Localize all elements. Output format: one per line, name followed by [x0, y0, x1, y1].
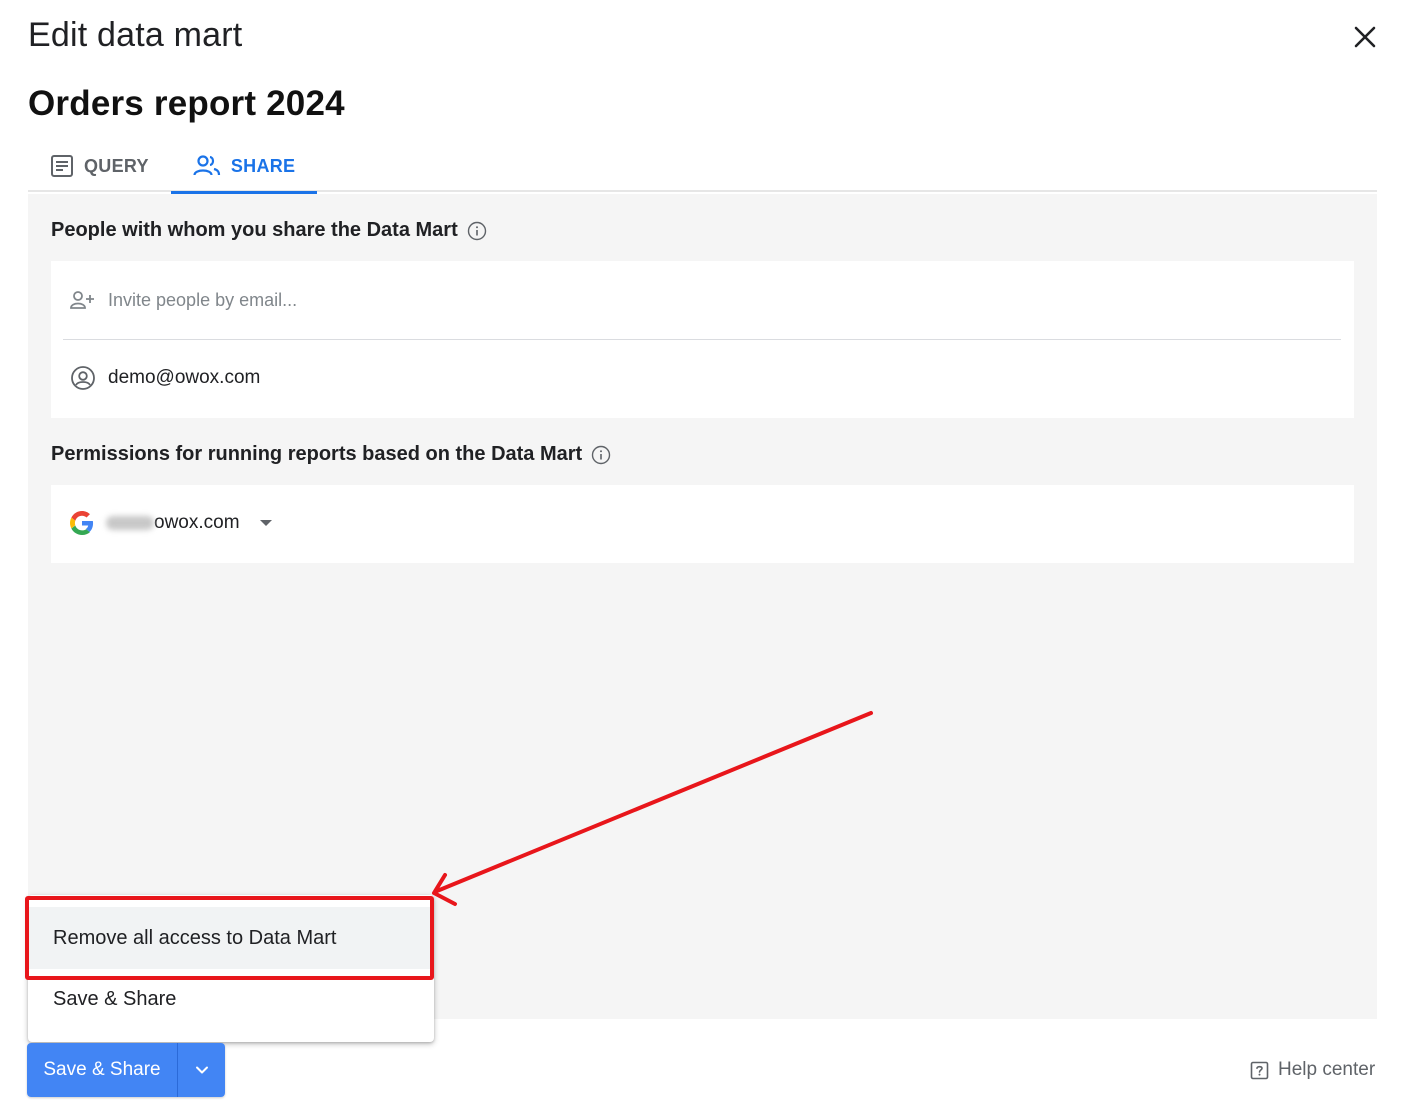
permissions-section-label: Permissions for running reports based on… — [51, 443, 611, 466]
info-icon[interactable] — [591, 445, 611, 465]
permissions-box: owox.com — [51, 485, 1354, 563]
people-box: demo@owox.com — [51, 261, 1354, 418]
menu-item-remove-access[interactable]: Remove all access to Data Mart — [28, 907, 434, 969]
menu-item-save-share[interactable]: Save & Share — [28, 968, 434, 1030]
help-icon — [1250, 1061, 1269, 1079]
account-email-text: owox.com — [154, 512, 240, 533]
chevron-down-icon — [195, 1066, 208, 1074]
split-button-menu: Remove all access to Data Mart Save & Sh… — [28, 895, 434, 1042]
invite-row — [63, 261, 1341, 340]
member-row: demo@owox.com — [70, 365, 260, 391]
chevron-down-icon — [259, 520, 272, 526]
close-icon — [1354, 26, 1376, 48]
account-email: owox.com — [106, 512, 240, 534]
permissions-section-label-text: Permissions for running reports based on… — [51, 443, 583, 465]
account-circle-icon — [71, 366, 95, 390]
people-section-label-text: People with whom you share the Data Mart — [51, 219, 458, 241]
save-share-split-button: Save & Share — [27, 1043, 225, 1097]
page-title: Orders report 2024 — [28, 84, 345, 123]
info-icon[interactable] — [467, 221, 487, 241]
people-section-label: People with whom you share the Data Mart — [51, 219, 487, 242]
tab-share[interactable]: SHARE — [170, 140, 318, 194]
google-g-icon — [70, 511, 94, 535]
close-button[interactable] — [1348, 20, 1382, 54]
tab-bar: QUERY SHARE — [28, 140, 1377, 194]
add-person-icon — [70, 291, 94, 309]
people-icon — [193, 155, 220, 176]
dialog-title: Edit data mart — [28, 16, 243, 54]
help-center-link[interactable]: Help center — [1250, 1059, 1375, 1081]
redacted-text — [106, 515, 154, 530]
account-select[interactable]: owox.com — [70, 511, 272, 535]
tab-query[interactable]: QUERY — [28, 140, 171, 192]
split-button-dropdown-toggle[interactable] — [177, 1043, 225, 1097]
member-email: demo@owox.com — [108, 367, 261, 388]
help-center-label: Help center — [1278, 1059, 1376, 1080]
tab-query-label: QUERY — [84, 155, 149, 176]
document-icon — [51, 155, 73, 177]
tab-share-label: SHARE — [230, 155, 296, 176]
save-share-button[interactable]: Save & Share — [27, 1043, 177, 1097]
invite-email-input[interactable] — [108, 289, 1308, 311]
